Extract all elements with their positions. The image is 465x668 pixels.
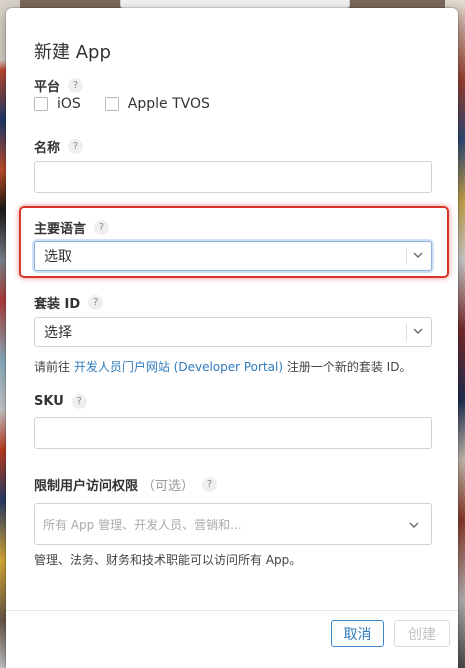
dialog-title: 新建 App: [34, 42, 111, 63]
user-access-select[interactable]: 所有 App 管理、开发人员、营销和...: [34, 503, 432, 545]
name-label: 名称: [34, 141, 61, 156]
platform-option-ios[interactable]: iOS: [34, 96, 81, 112]
user-access-note: 管理、法务、财务和技术职能可以访问所有 App。: [34, 553, 302, 567]
bundle-id-note-suffix: 注册一个新的套装 ID。: [286, 360, 412, 374]
sku-label-row: SKU ?: [34, 394, 87, 409]
name-input[interactable]: [34, 161, 432, 193]
highlight-annotation: [19, 206, 449, 278]
bundle-id-label-row: 套装 ID ?: [34, 293, 104, 312]
cancel-button[interactable]: 取消: [331, 620, 384, 647]
footer-divider: [6, 610, 458, 611]
tvos-checkbox[interactable]: [104, 97, 119, 111]
ios-checkbox-label: iOS: [57, 96, 81, 112]
bundle-id-label: 套装 ID: [34, 297, 81, 312]
sku-label: SKU: [34, 394, 64, 409]
user-access-optional: （可选）: [142, 479, 195, 494]
platform-help-icon[interactable]: ?: [68, 78, 84, 93]
name-label-row: 名称 ?: [34, 137, 84, 156]
name-help-icon[interactable]: ?: [68, 139, 84, 154]
tvos-checkbox-label: Apple TVOS: [127, 96, 210, 112]
platform-options: iOS Apple TVOS: [34, 96, 234, 112]
new-app-dialog: 新建 App 平台 ? iOS Apple TVOS 名称 ? 主要语言 ? 选…: [6, 8, 458, 668]
bundle-id-select[interactable]: 选择: [34, 317, 432, 347]
ios-checkbox[interactable]: [34, 97, 48, 111]
user-access-help-icon[interactable]: ?: [202, 477, 218, 492]
developer-portal-link[interactable]: 开发人员门户网站 (Developer Portal): [74, 360, 283, 374]
bundle-id-note-prefix: 请前往: [34, 360, 71, 374]
platform-label-row: 平台 ?: [34, 76, 84, 95]
select-divider: [406, 324, 407, 341]
bundle-id-help-icon[interactable]: ?: [88, 295, 104, 310]
bundle-id-selected: 选择: [44, 325, 72, 341]
platform-label: 平台: [34, 80, 61, 95]
sku-help-icon[interactable]: ?: [71, 394, 87, 409]
user-access-placeholder: 所有 App 管理、开发人员、营销和...: [43, 517, 242, 532]
platform-option-tvos[interactable]: Apple TVOS: [104, 96, 210, 112]
chevron-down-icon: [409, 522, 419, 528]
user-access-label-row: 限制用户访问权限 （可选） ?: [34, 475, 218, 494]
create-button[interactable]: 创建: [394, 620, 450, 647]
chevron-down-icon: [413, 328, 423, 334]
sku-input[interactable]: [34, 417, 432, 449]
user-access-label: 限制用户访问权限: [34, 479, 139, 494]
bundle-id-note: 请前往 开发人员门户网站 (Developer Portal) 注册一个新的套装…: [34, 358, 411, 375]
